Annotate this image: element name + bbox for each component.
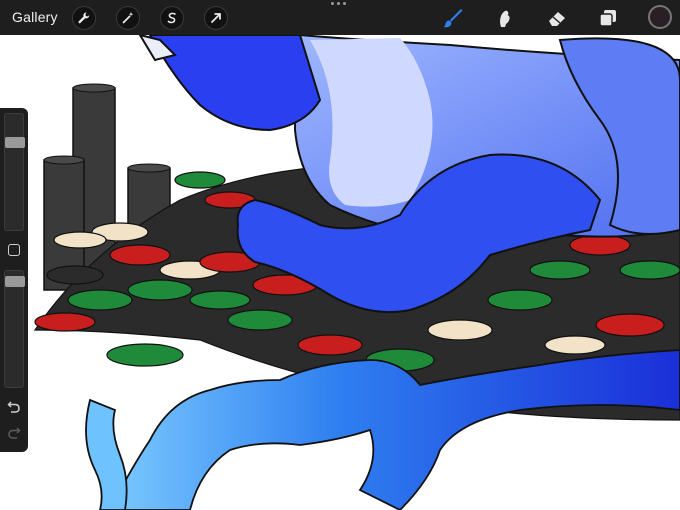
brush-icon[interactable]	[441, 6, 465, 30]
actions-wrench-icon[interactable]	[72, 6, 96, 30]
canvas-handle-dots[interactable]	[331, 2, 346, 5]
artwork-canvas[interactable]	[0, 0, 680, 510]
layers-icon[interactable]	[596, 6, 620, 30]
undo-icon[interactable]	[6, 400, 22, 416]
redo-icon[interactable]	[6, 426, 22, 442]
creature-raised-arm	[137, 33, 322, 132]
current-color-swatch[interactable]	[648, 5, 672, 29]
left-sidebar	[0, 108, 28, 452]
brush-size-slider[interactable]	[4, 113, 25, 231]
modify-eyedropper-button[interactable]	[8, 244, 20, 256]
procreate-app: Gallery	[0, 0, 680, 510]
creature-tail	[85, 349, 680, 510]
smudge-icon[interactable]	[492, 6, 516, 30]
selection-s-icon[interactable]	[160, 6, 184, 30]
eraser-icon[interactable]	[545, 6, 569, 30]
transform-arrow-icon[interactable]	[204, 6, 228, 30]
brush-size-slider-thumb[interactable]	[5, 137, 25, 148]
opacity-slider-thumb[interactable]	[5, 276, 25, 287]
gallery-button[interactable]: Gallery	[12, 9, 58, 25]
opacity-slider[interactable]	[4, 270, 25, 388]
adjustments-magic-wand-icon[interactable]	[116, 6, 140, 30]
top-toolbar: Gallery	[0, 0, 680, 35]
